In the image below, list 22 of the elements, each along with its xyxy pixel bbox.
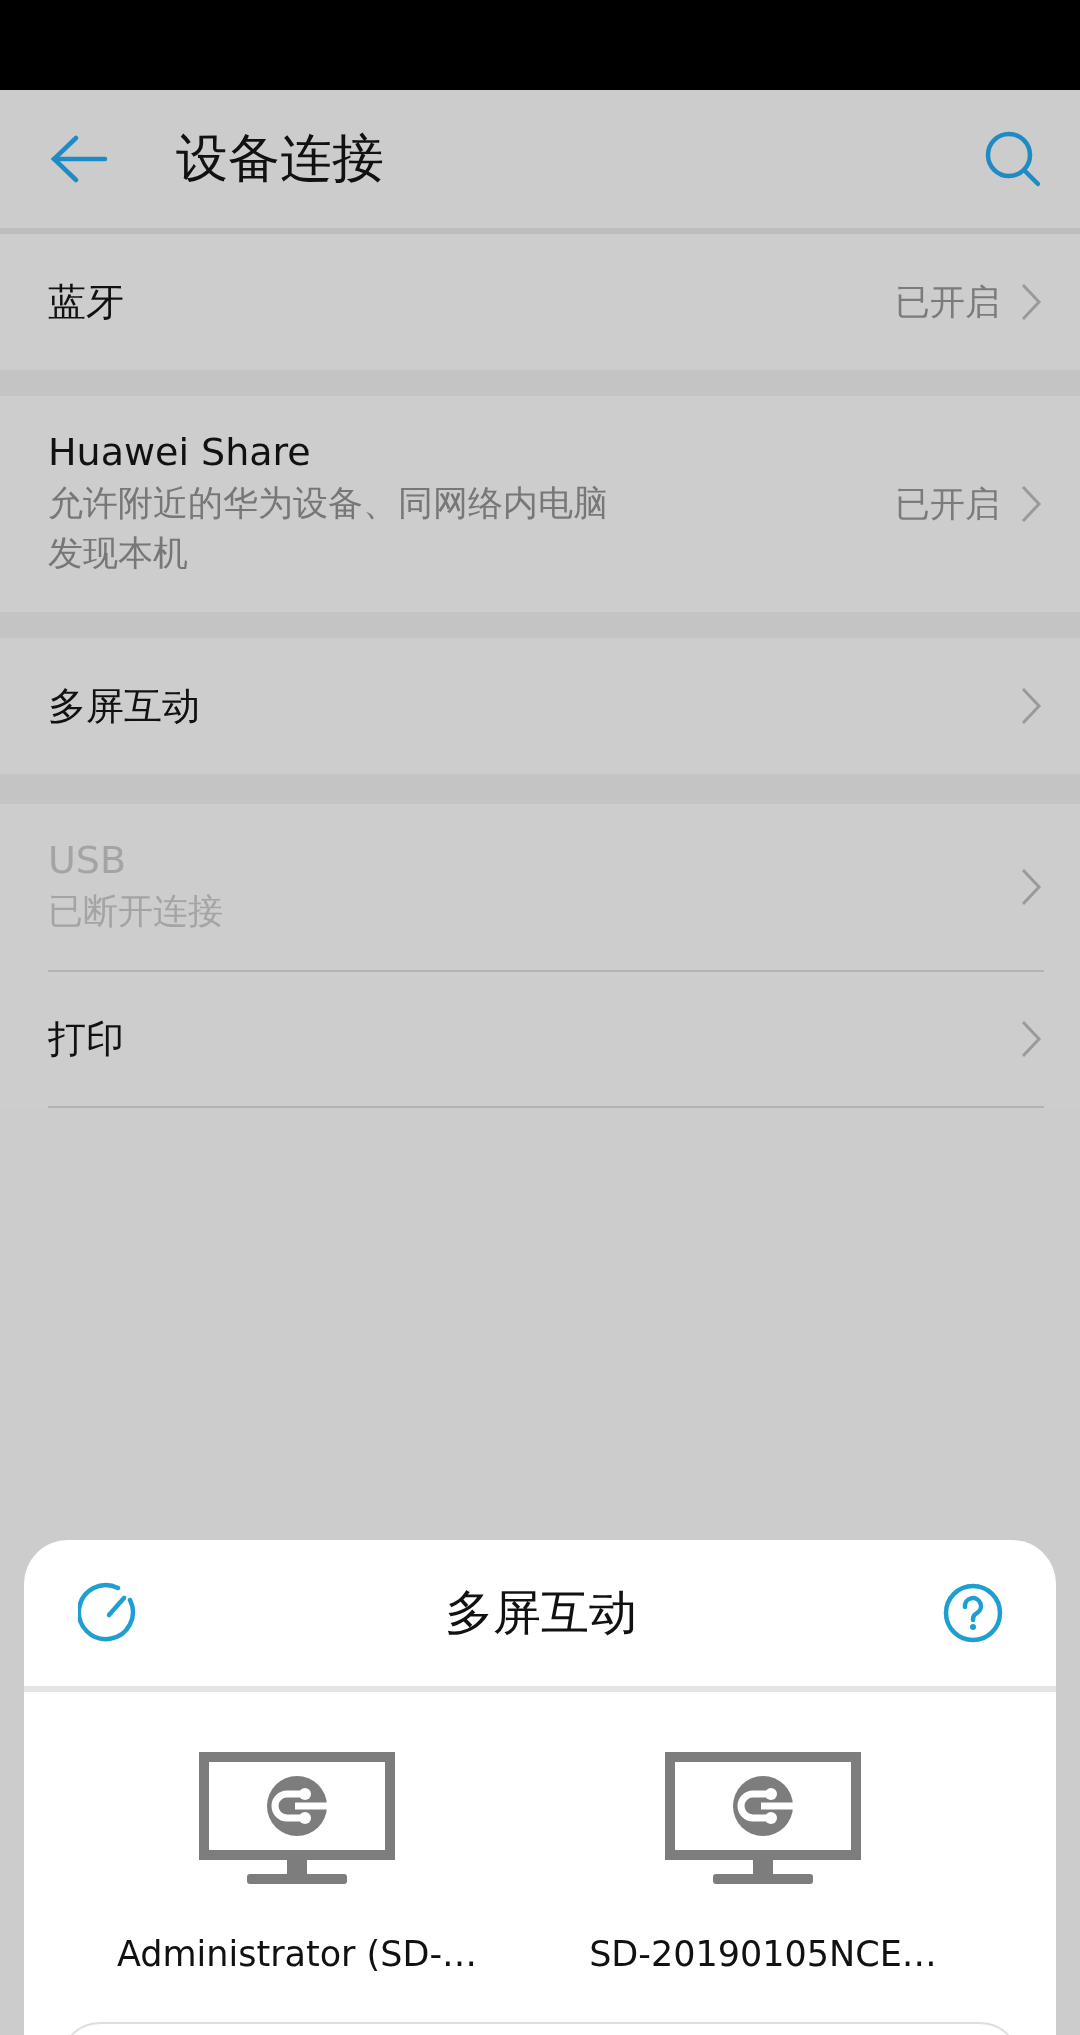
chevron-icon [1020, 1019, 1042, 1059]
page-title: 设备连接 [176, 127, 385, 190]
device-name[interactable]: Administrator (SD-… [116, 1934, 478, 1974]
setting-title: 多屏互动 [48, 682, 200, 730]
setting-title: Huawei Share [48, 430, 311, 474]
setting-row[interactable]: Huawei Share 允许附近的华为设备、同网络内电脑发现本机 已开启 [0, 396, 1080, 612]
search-icon[interactable] [984, 130, 1042, 188]
setting-title: 打印 [48, 1015, 124, 1063]
setting-title: 蓝牙 [48, 278, 124, 326]
setting-row[interactable]: 蓝牙 已开启 [0, 234, 1080, 370]
status-text: 已开启 [895, 482, 1000, 526]
setting-row[interactable]: 多屏互动 [0, 638, 1080, 774]
chevron-icon [1020, 867, 1042, 907]
help-icon[interactable] [942, 1582, 1004, 1644]
status-text: 已开启 [895, 280, 1000, 324]
chevron-icon [1020, 282, 1042, 322]
setting-description: 允许附近的华为设备、同网络内电脑发现本机 [48, 482, 608, 575]
chevron-icon [1020, 686, 1042, 726]
chevron-icon [1020, 484, 1042, 524]
device-name[interactable]: SD-20190105NCE… [589, 1934, 937, 1974]
sheet-title: 多屏互动 [444, 1583, 638, 1642]
setting-row[interactable]: 打印 [48, 972, 1044, 1108]
